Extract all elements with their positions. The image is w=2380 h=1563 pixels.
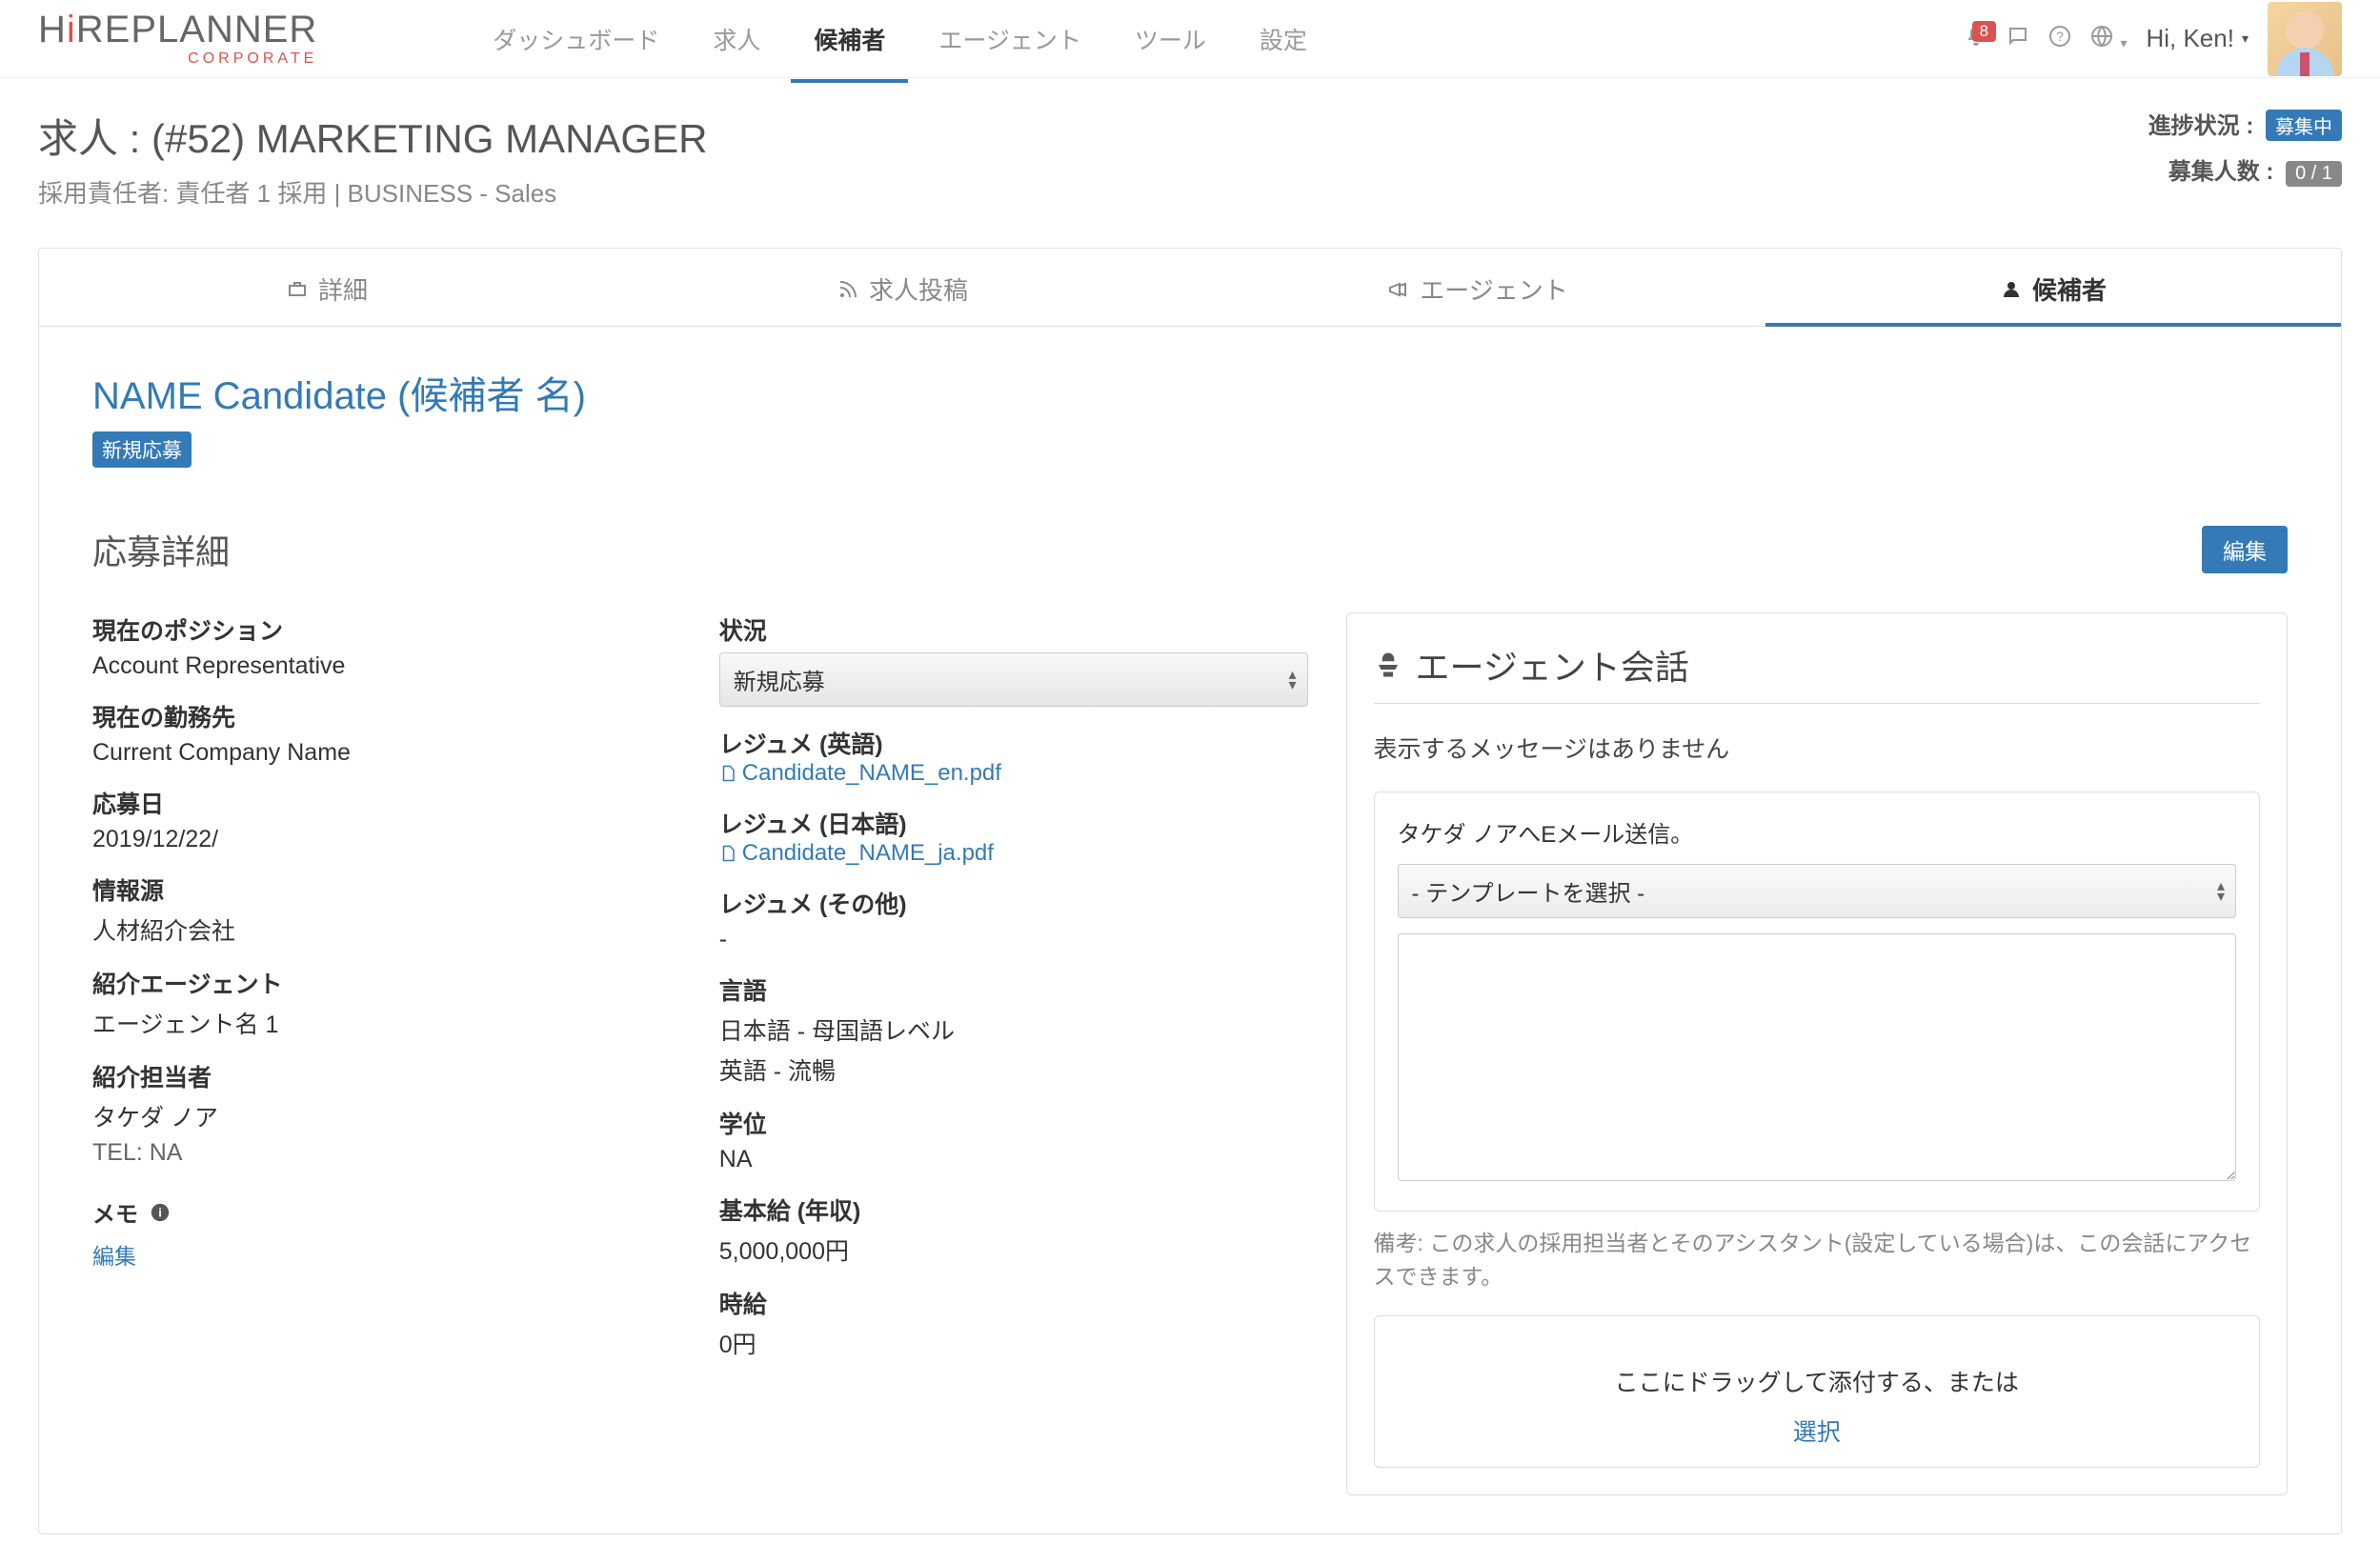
- spy-icon: [1374, 651, 1402, 679]
- date-applied-value: 2019/12/22/: [92, 826, 681, 853]
- base-salary-label: 基本給 (年収): [719, 1192, 1308, 1227]
- chat-icon[interactable]: [2007, 24, 2029, 54]
- edit-button[interactable]: 編集: [2202, 526, 2288, 573]
- person-tel: TEL: NA: [92, 1139, 681, 1167]
- user-menu[interactable]: Hi, Ken! ▾: [2146, 24, 2249, 53]
- pdf-icon: [719, 845, 736, 862]
- degree-value: NA: [719, 1146, 1308, 1173]
- agent-panel-header: エージェント会話: [1374, 640, 2260, 704]
- agent-panel: エージェント会話 表示するメッセージはありません タケダ ノアへEメール送信。 …: [1346, 612, 2288, 1495]
- svg-text:?: ?: [2056, 29, 2064, 44]
- main-nav: ダッシュボード 求人 候補者 エージェント ツール 設定: [470, 0, 1330, 83]
- current-position-value: Account Representative: [92, 652, 681, 680]
- page-subtitle: 採用責任者: 責任者 1 採用 | BUSINESS - Sales: [38, 174, 707, 210]
- section-title: 応募詳細: [92, 525, 230, 574]
- attachment-dropzone[interactable]: ここにドラッグして添付する、または 選択: [1374, 1315, 2260, 1468]
- degree-label: 学位: [719, 1106, 1308, 1140]
- dropzone-select-link[interactable]: 選択: [1394, 1413, 2240, 1448]
- source-label: 情報源: [92, 872, 681, 907]
- details-col-left: 現在のポジション Account Representative 現在の勤務先 C…: [92, 612, 681, 1495]
- details-col-right: エージェント会話 表示するメッセージはありません タケダ ノアへEメール送信。 …: [1346, 612, 2288, 1495]
- resume-other-label: レジュメ (その他): [719, 886, 1308, 920]
- tab-details[interactable]: 詳細: [39, 249, 615, 326]
- page-header: 求人 : (#52) MARKETING MANAGER 採用責任者: 責任者 …: [0, 78, 2380, 219]
- nav-dashboard[interactable]: ダッシュボード: [470, 0, 682, 83]
- resume-en-link[interactable]: Candidate_NAME_en.pdf: [719, 760, 1308, 787]
- rss-icon: [837, 278, 859, 301]
- base-salary-value: 5,000,000円: [719, 1232, 1308, 1267]
- template-select[interactable]: - テンプレートを選択 -: [1398, 864, 2236, 918]
- chevron-down-icon: ▾: [2242, 30, 2249, 47]
- resume-other-value: -: [719, 926, 1308, 953]
- resume-ja-label: レジュメ (日本語): [719, 806, 1308, 840]
- person-value: タケダ ノア: [92, 1099, 681, 1133]
- hourly-value: 0円: [719, 1326, 1308, 1360]
- progress-label: 進捗状況 :: [2148, 113, 2254, 139]
- tab-candidates[interactable]: 候補者: [1765, 249, 2341, 326]
- progress-badge: 募集中: [2266, 110, 2342, 141]
- hourly-label: 時給: [719, 1286, 1308, 1320]
- resume-ja-link[interactable]: Candidate_NAME_ja.pdf: [719, 840, 1308, 867]
- page-title: 求人 : (#52) MARKETING MANAGER: [38, 107, 707, 165]
- notification-count: 8: [1972, 21, 1996, 42]
- status-select[interactable]: 新規応募: [719, 652, 1308, 707]
- candidate-status-badge: 新規応募: [92, 431, 192, 468]
- details-col-mid: 状況 新規応募 ▴▾ レジュメ (英語) Candidate_NAME_en.p…: [719, 612, 1308, 1495]
- agency-label: 紹介エージェント: [92, 966, 681, 1000]
- avatar[interactable]: [2268, 2, 2342, 76]
- pdf-icon: [719, 765, 736, 782]
- sub-tabs: 詳細 求人投稿 エージェント 候補者: [39, 249, 2341, 327]
- message-textarea[interactable]: [1398, 933, 2236, 1181]
- current-company-label: 現在の勤務先: [92, 699, 681, 733]
- compose-box: タケダ ノアへEメール送信。 - テンプレートを選択 - ▴▾: [1374, 792, 2260, 1212]
- top-nav: HiREPLANNER CORPORATE ダッシュボード 求人 候補者 エージ…: [0, 0, 2380, 78]
- note-text: 備考: この求人の採用担当者とそのアシスタント(設定している場合)は、この会話に…: [1374, 1227, 2260, 1292]
- nav-candidates[interactable]: 候補者: [791, 0, 908, 83]
- person-icon: [2000, 278, 2023, 301]
- logo-subtext: CORPORATE: [188, 50, 317, 68]
- current-position-label: 現在のポジション: [92, 612, 681, 647]
- language-label: 言語: [719, 972, 1308, 1007]
- headcount-badge: 0 / 1: [2286, 161, 2342, 187]
- language-value-2: 英語 - 流暢: [719, 1052, 1308, 1087]
- language-value-1: 日本語 - 母国語レベル: [719, 1012, 1308, 1047]
- greeting-text: Hi, Ken!: [2146, 24, 2234, 53]
- resume-en-label: レジュメ (英語): [719, 726, 1308, 760]
- status-label: 状況: [719, 612, 1308, 647]
- tab-agents[interactable]: エージェント: [1190, 249, 1765, 326]
- logo-text: HiREPLANNER: [38, 10, 317, 49]
- compose-to: タケダ ノアへEメール送信。: [1398, 815, 2236, 849]
- no-messages-text: 表示するメッセージはありません: [1374, 731, 2260, 765]
- memo-label: メモ: [92, 1195, 138, 1229]
- briefcase-icon: [286, 278, 309, 301]
- dropzone-text: ここにドラッグして添付する、または: [1394, 1364, 2240, 1398]
- nav-jobs[interactable]: 求人: [690, 0, 783, 83]
- nav-settings[interactable]: 設定: [1237, 0, 1330, 83]
- megaphone-icon: [1387, 278, 1410, 301]
- headcount-label: 募集人数 :: [2168, 159, 2274, 185]
- svg-text:i: i: [158, 1205, 162, 1219]
- memo-edit-link[interactable]: 編集: [92, 1238, 681, 1271]
- source-value: 人材紹介会社: [92, 912, 681, 947]
- current-company-value: Current Company Name: [92, 739, 681, 767]
- nav-right: 8 ? ▾ Hi, Ken! ▾: [1965, 2, 2342, 76]
- agency-value: エージェント名 1: [92, 1006, 681, 1040]
- nav-tools[interactable]: ツール: [1112, 0, 1229, 83]
- nav-agents[interactable]: エージェント: [916, 0, 1104, 83]
- help-icon[interactable]: ?: [2048, 24, 2071, 54]
- person-label: 紹介担当者: [92, 1059, 681, 1093]
- candidate-name-link[interactable]: NAME Candidate (候補者 名): [92, 375, 586, 417]
- tab-panel: 詳細 求人投稿 エージェント 候補者 NAME Candidate (候補者 名…: [38, 248, 2342, 1534]
- info-icon[interactable]: i: [150, 1202, 171, 1223]
- notifications-icon[interactable]: 8: [1965, 24, 1987, 54]
- date-applied-label: 応募日: [92, 786, 681, 820]
- globe-icon[interactable]: ▾: [2090, 24, 2128, 54]
- tab-posting[interactable]: 求人投稿: [615, 249, 1190, 326]
- status-info: 進捗状況 : 募集中 募集人数 : 0 / 1: [2148, 107, 2342, 198]
- logo[interactable]: HiREPLANNER CORPORATE: [38, 10, 317, 68]
